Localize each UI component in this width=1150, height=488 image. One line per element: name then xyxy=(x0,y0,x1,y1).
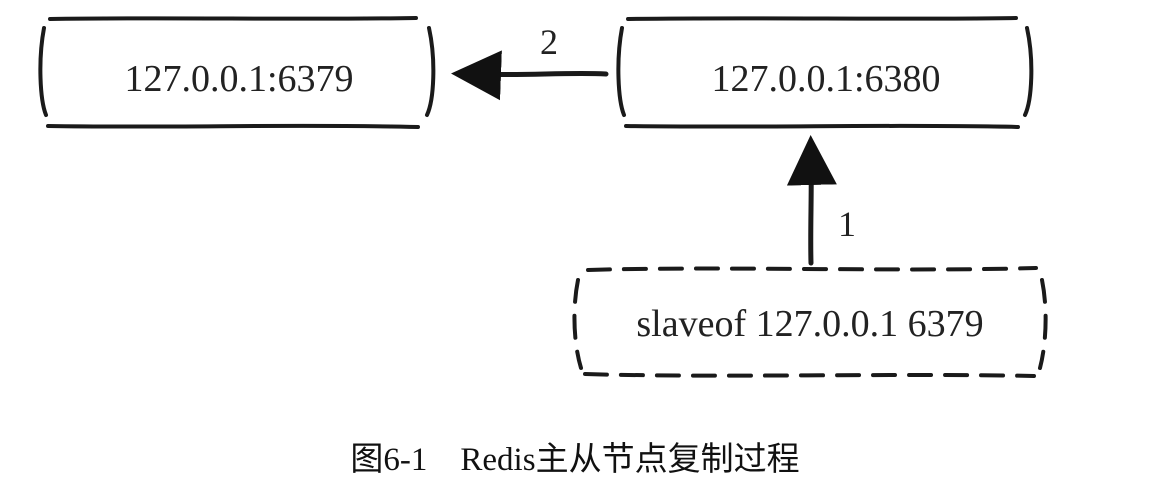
step1-arrow xyxy=(786,135,837,266)
master-node-label: 127.0.0.1:6379 xyxy=(124,58,353,100)
figure-caption: 图6-1 Redis主从节点复制过程 xyxy=(350,441,799,478)
diagram-canvas: 127.0.0.1:6379 127.0.0.1:6380 slaveof 12… xyxy=(0,0,1150,488)
master-node: 127.0.0.1:6379 xyxy=(38,16,436,129)
slave-node: 127.0.0.1:6380 xyxy=(616,16,1034,129)
step2-label: 2 xyxy=(540,22,558,62)
step2-arrow xyxy=(451,50,609,101)
command-node-label: slaveof 127.0.0.1 6379 xyxy=(636,303,983,345)
edge-step2: 2 xyxy=(451,22,609,101)
command-node: slaveof 127.0.0.1 6379 xyxy=(572,266,1048,378)
step1-label: 1 xyxy=(838,204,856,244)
replication-diagram: 127.0.0.1:6379 127.0.0.1:6380 slaveof 12… xyxy=(38,16,1048,478)
slave-node-label: 127.0.0.1:6380 xyxy=(711,58,940,100)
edge-step1: 1 xyxy=(786,135,856,266)
